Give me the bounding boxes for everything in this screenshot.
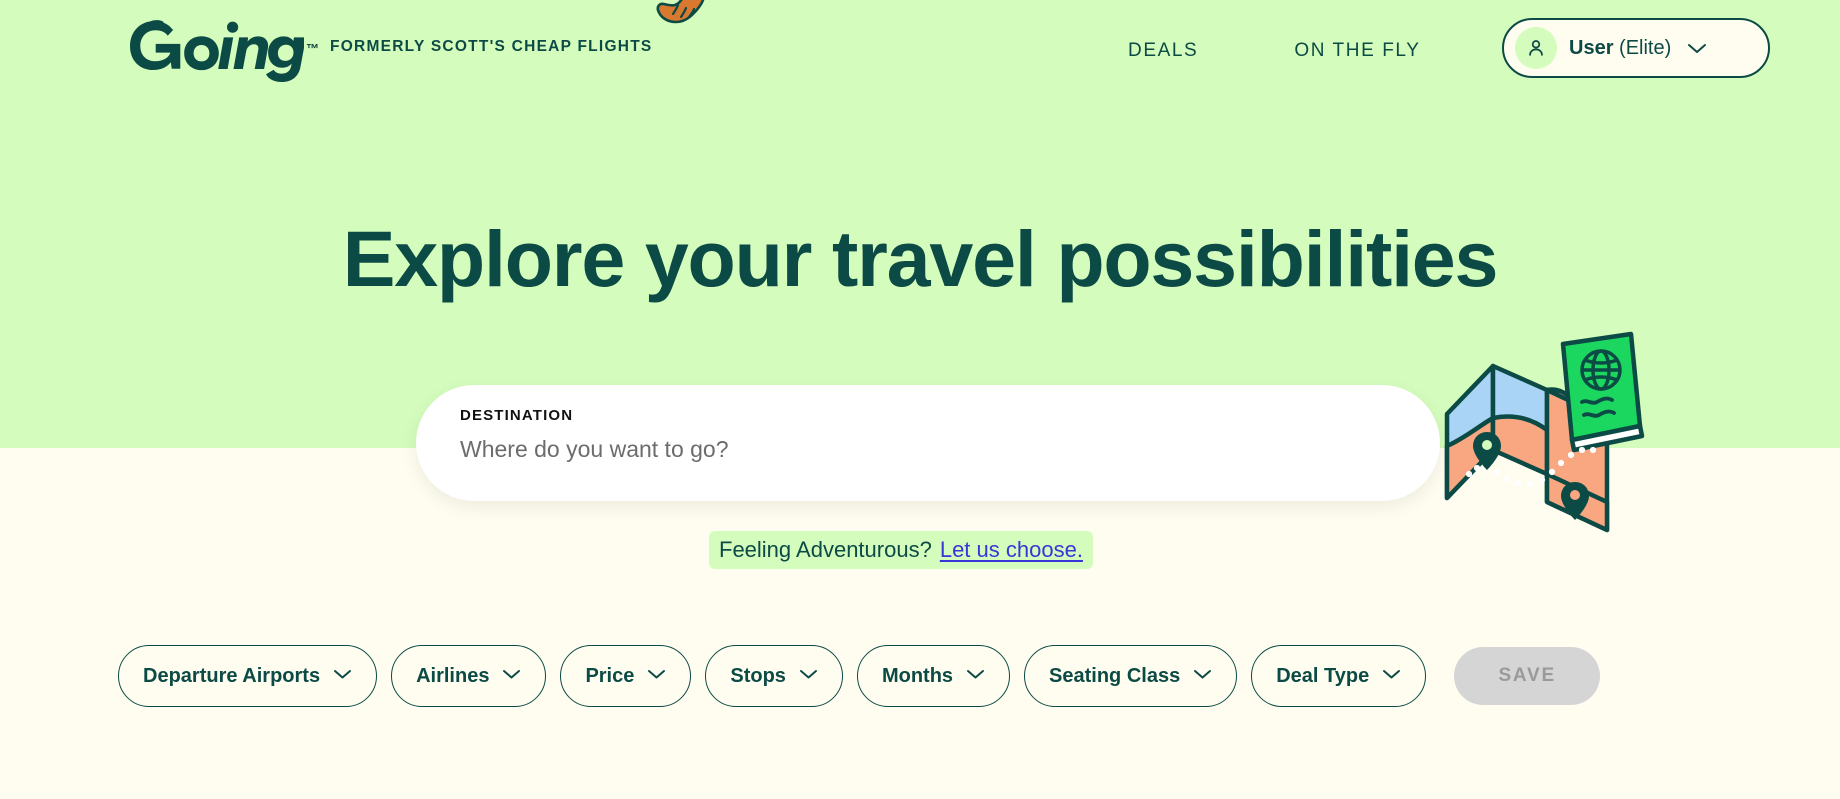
account-label: User (Elite): [1569, 37, 1671, 60]
chevron-down-icon: [799, 667, 818, 685]
filter-stops[interactable]: Stops: [705, 645, 843, 707]
account-name: User: [1569, 36, 1614, 59]
destination-search-box[interactable]: DESTINATION: [416, 385, 1440, 501]
filter-months[interactable]: Months: [856, 645, 1011, 707]
nav-item-deals[interactable]: DEALS: [1128, 40, 1198, 62]
account-menu-button[interactable]: User (Elite): [1502, 18, 1770, 78]
save-button[interactable]: SAVE: [1454, 647, 1601, 705]
trademark-symbol: ™: [306, 41, 320, 56]
filter-label: Stops: [730, 664, 786, 687]
folded-map-passport-illustration: [1444, 331, 1645, 533]
filter-label: Departure Airports: [143, 664, 321, 687]
filter-deal-type[interactable]: Deal Type: [1251, 645, 1427, 707]
chevron-down-icon: [966, 667, 985, 685]
account-tier: (Elite): [1619, 36, 1672, 59]
person-icon: [1529, 40, 1543, 56]
destination-label: DESTINATION: [460, 407, 574, 424]
adventurous-prompt: Feeling Adventurous? Let us choose.: [709, 531, 1093, 569]
filter-airlines[interactable]: Airlines: [391, 645, 547, 707]
chevron-down-icon: [1193, 667, 1212, 685]
pointing-hand-icon: [656, 0, 705, 24]
chevron-down-icon: [1382, 667, 1401, 685]
chevron-down-icon: [647, 667, 666, 685]
site-header: ™ FORMERLY SCOTT'S CHEAP FLIGHTS DEALS O…: [0, 0, 1840, 112]
filter-label: Seating Class: [1049, 664, 1181, 687]
nav-item-on-the-fly[interactable]: ON THE FLY: [1294, 40, 1420, 62]
going-wordmark-icon: [130, 20, 304, 82]
brand-logo[interactable]: ™: [128, 18, 319, 84]
chevron-down-icon: [1687, 42, 1707, 55]
adventurous-text: Feeling Adventurous?: [719, 537, 932, 562]
avatar: [1515, 27, 1557, 69]
filter-seating-class[interactable]: Seating Class: [1024, 645, 1238, 707]
main-navigation: DEALS ON THE FLY: [1128, 40, 1420, 62]
chevron-down-icon: [333, 667, 352, 685]
filter-price[interactable]: Price: [560, 645, 692, 707]
page-title: Explore your travel possibilities: [342, 214, 1499, 303]
chevron-down-icon: [502, 667, 521, 685]
filter-bar: Departure Airports Airlines Price Stops …: [118, 645, 1601, 707]
destination-input[interactable]: [460, 436, 1360, 463]
filter-label: Months: [881, 664, 954, 687]
filter-label: Deal Type: [1276, 664, 1370, 687]
brand-tagline: FORMERLY SCOTT'S CHEAP FLIGHTS: [330, 38, 653, 55]
filter-departure-airports[interactable]: Departure Airports: [118, 645, 378, 707]
let-us-choose-link[interactable]: Let us choose.: [940, 537, 1083, 563]
filter-label: Price: [585, 664, 635, 687]
filter-label: Airlines: [416, 664, 490, 687]
